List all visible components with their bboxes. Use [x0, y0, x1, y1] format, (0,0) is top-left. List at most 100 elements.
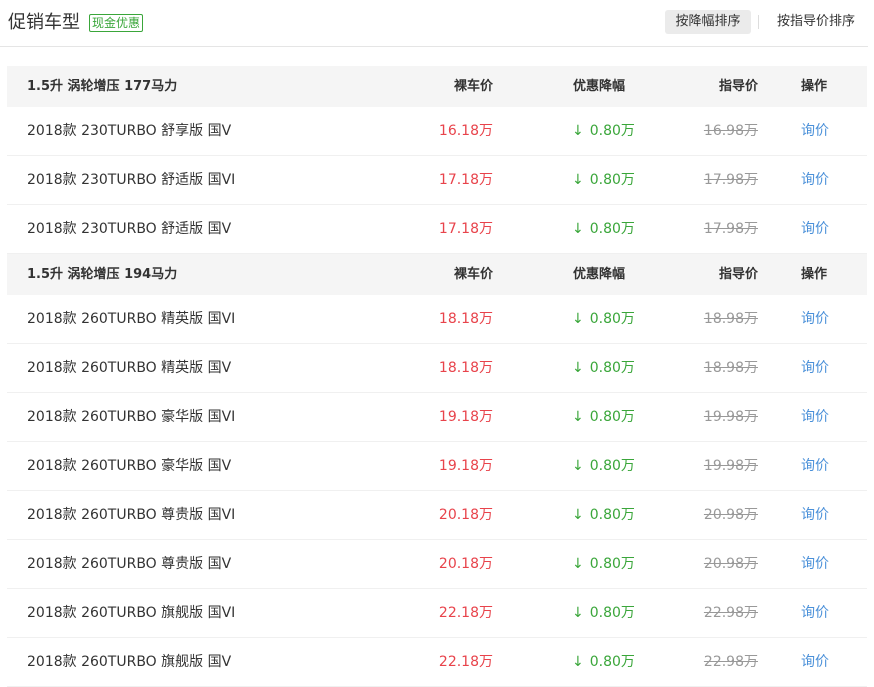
- discount-value: 0.80万: [589, 507, 635, 523]
- discount-amount: ↓ 0.80万: [572, 295, 635, 343]
- table-row: 2018款 260TURBO 精英版 国V 18.18万 ↓ 0.80万 18.98万 询…: [7, 344, 867, 393]
- table-row: 2018款 230TURBO 舒适版 国VI 17.18万 ↓ 0.80万 17.98万…: [7, 156, 867, 205]
- column-header-guide-price: 指导价: [718, 267, 758, 282]
- table-row: 2018款 260TURBO 旗舰版 国V 22.18万 ↓ 0.80万 22.98万 询…: [7, 638, 867, 687]
- discount-amount: ↓ 0.80万: [572, 156, 635, 204]
- arrow-down-icon: ↓: [572, 311, 584, 327]
- column-header-discount: 优惠降幅: [573, 79, 626, 94]
- bare-car-price: 18.18万: [438, 360, 493, 376]
- arrow-down-icon: ↓: [572, 123, 584, 139]
- model-name: 2018款 230TURBO 舒适版 国V: [27, 221, 232, 237]
- group-engine-label: 1.5升 涡轮增压 177马力: [27, 79, 178, 94]
- inquire-price-link[interactable]: 询价: [801, 295, 829, 343]
- inquire-price-link[interactable]: 询价: [801, 442, 829, 490]
- discount-amount: ↓ 0.80万: [572, 491, 635, 539]
- model-name: 2018款 260TURBO 精英版 国V: [27, 360, 232, 376]
- table-row: 2018款 260TURBO 尊贵版 国VI 20.18万 ↓ 0.80万 20.98万…: [7, 491, 867, 540]
- model-name: 2018款 260TURBO 豪华版 国V: [27, 458, 232, 474]
- discount-amount: ↓ 0.80万: [572, 344, 635, 392]
- bare-car-price: 20.18万: [438, 507, 493, 523]
- inquire-price-link[interactable]: 询价: [801, 491, 829, 539]
- discount-value: 0.80万: [589, 172, 635, 188]
- bare-car-price: 19.18万: [438, 458, 493, 474]
- inquire-price-link[interactable]: 询价: [801, 156, 829, 204]
- table-row: 2018款 230TURBO 舒适版 国V 17.18万 ↓ 0.80万 17.98万 询…: [7, 205, 867, 254]
- bare-car-price: 16.18万: [438, 123, 493, 139]
- inquire-price-link[interactable]: 询价: [801, 107, 829, 155]
- column-header-discount: 优惠降幅: [573, 267, 626, 282]
- discount-value: 0.80万: [589, 458, 635, 474]
- column-header-price: 裸车价: [453, 267, 493, 282]
- model-name: 2018款 230TURBO 舒享版 国V: [27, 123, 232, 139]
- arrow-down-icon: ↓: [572, 360, 584, 376]
- model-name: 2018款 260TURBO 尊贵版 国VI: [27, 507, 236, 523]
- arrow-down-icon: ↓: [572, 409, 584, 425]
- sort-by-discount-button[interactable]: 按降幅排序: [665, 10, 751, 34]
- sort-by-guide-price-button[interactable]: 按指导价排序: [766, 10, 866, 34]
- guide-price: 20.98万: [703, 507, 758, 523]
- bare-car-price: 17.18万: [438, 221, 493, 237]
- discount-amount: ↓ 0.80万: [572, 205, 635, 253]
- promo-models-table: 1.5升 涡轮增压 177马力 裸车价 优惠降幅 指导价 操作 2018款 230TURB…: [7, 66, 867, 687]
- arrow-down-icon: ↓: [572, 221, 584, 237]
- bare-car-price: 22.18万: [438, 654, 493, 670]
- discount-value: 0.80万: [589, 311, 635, 327]
- guide-price: 18.98万: [703, 360, 758, 376]
- guide-price: 18.98万: [703, 311, 758, 327]
- guide-price: 22.98万: [703, 605, 758, 621]
- discount-amount: ↓ 0.80万: [572, 107, 635, 155]
- inquire-price-link[interactable]: 询价: [801, 393, 829, 441]
- guide-price: 19.98万: [703, 458, 758, 474]
- model-name: 2018款 260TURBO 豪华版 国VI: [27, 409, 236, 425]
- model-name: 2018款 260TURBO 旗舰版 国V: [27, 654, 232, 670]
- guide-price: 20.98万: [703, 556, 758, 572]
- column-header-action: 操作: [801, 267, 828, 282]
- group-engine-label: 1.5升 涡轮增压 194马力: [27, 267, 178, 282]
- discount-amount: ↓ 0.80万: [572, 393, 635, 441]
- bare-car-price: 20.18万: [438, 556, 493, 572]
- discount-amount: ↓ 0.80万: [572, 540, 635, 588]
- guide-price: 17.98万: [703, 172, 758, 188]
- discount-value: 0.80万: [589, 605, 635, 621]
- discount-value: 0.80万: [589, 654, 635, 670]
- group-header: 1.5升 涡轮增压 177马力 裸车价 优惠降幅 指导价 操作: [7, 66, 867, 107]
- discount-value: 0.80万: [589, 123, 635, 139]
- column-header-guide-price: 指导价: [718, 79, 758, 94]
- group-header: 1.5升 涡轮增压 194马力 裸车价 优惠降幅 指导价 操作: [7, 254, 867, 295]
- bare-car-price: 17.18万: [438, 172, 493, 188]
- inquire-price-link[interactable]: 询价: [801, 344, 829, 392]
- column-header-price: 裸车价: [453, 79, 493, 94]
- inquire-price-link[interactable]: 询价: [801, 589, 829, 637]
- sort-divider: [758, 15, 759, 29]
- guide-price: 19.98万: [703, 409, 758, 425]
- page-header: 促销车型 现金优惠 按降幅排序 按指导价排序: [0, 0, 868, 47]
- model-name: 2018款 260TURBO 精英版 国VI: [27, 311, 236, 327]
- discount-value: 0.80万: [589, 556, 635, 572]
- discount-value: 0.80万: [589, 360, 635, 376]
- discount-amount: ↓ 0.80万: [572, 589, 635, 637]
- cash-discount-badge: 现金优惠: [89, 14, 144, 32]
- column-header-action: 操作: [801, 79, 828, 94]
- table-row: 2018款 260TURBO 豪华版 国V 19.18万 ↓ 0.80万 19.98万 询…: [7, 442, 867, 491]
- bare-car-price: 19.18万: [438, 409, 493, 425]
- discount-amount: ↓ 0.80万: [572, 638, 635, 686]
- discount-value: 0.80万: [589, 409, 635, 425]
- inquire-price-link[interactable]: 询价: [801, 638, 829, 686]
- table-row: 2018款 230TURBO 舒享版 国V 16.18万 ↓ 0.80万 16.98万 询…: [7, 107, 867, 156]
- arrow-down-icon: ↓: [572, 605, 584, 621]
- page-title: 促销车型: [8, 12, 80, 33]
- arrow-down-icon: ↓: [572, 654, 584, 670]
- bare-car-price: 22.18万: [438, 605, 493, 621]
- model-name: 2018款 260TURBO 旗舰版 国VI: [27, 605, 236, 621]
- guide-price: 17.98万: [703, 221, 758, 237]
- table-row: 2018款 260TURBO 尊贵版 国V 20.18万 ↓ 0.80万 20.98万 询…: [7, 540, 867, 589]
- discount-amount: ↓ 0.80万: [572, 442, 635, 490]
- inquire-price-link[interactable]: 询价: [801, 540, 829, 588]
- guide-price: 16.98万: [703, 123, 758, 139]
- inquire-price-link[interactable]: 询价: [801, 205, 829, 253]
- arrow-down-icon: ↓: [572, 507, 584, 523]
- table-row: 2018款 260TURBO 旗舰版 国VI 22.18万 ↓ 0.80万 22.98万…: [7, 589, 867, 638]
- arrow-down-icon: ↓: [572, 172, 584, 188]
- arrow-down-icon: ↓: [572, 458, 584, 474]
- bare-car-price: 18.18万: [438, 311, 493, 327]
